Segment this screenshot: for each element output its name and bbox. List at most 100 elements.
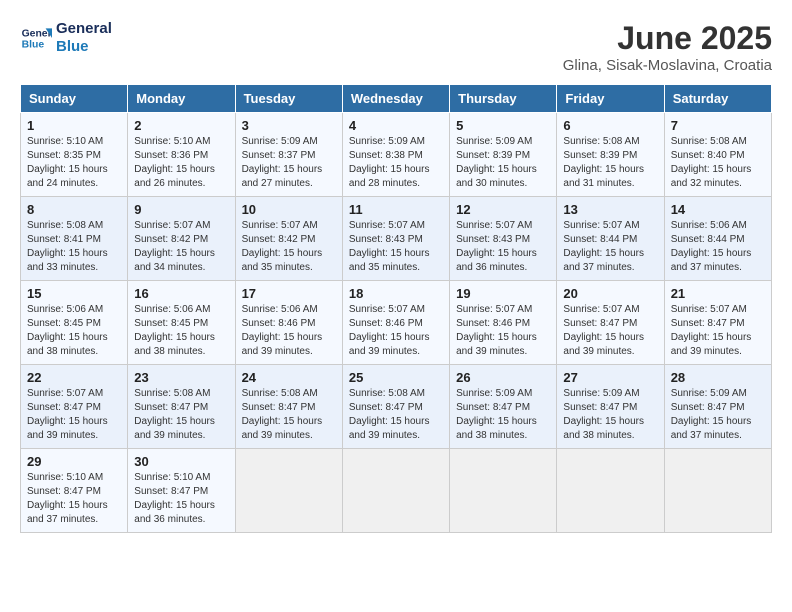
day-number: 28 [671, 370, 765, 385]
calendar-cell: 11Sunrise: 5:07 AM Sunset: 8:43 PM Dayli… [342, 197, 449, 281]
day-number: 22 [27, 370, 121, 385]
day-info: Sunrise: 5:07 AM Sunset: 8:46 PM Dayligh… [456, 303, 550, 359]
calendar-cell: 9 Sunrise: 5:07 AM Sunset: 8:42 PM Daylig… [128, 197, 235, 281]
day-info: Sunrise: 5:09 AM Sunset: 8:39 PM Dayligh… [456, 135, 550, 191]
day-info: Sunrise: 5:08 AM Sunset: 8:41 PM Dayligh… [27, 219, 121, 275]
day-number: 2 [134, 118, 228, 133]
calendar-cell: 21 Sunrise: 5:07 AM Sunset: 8:47 PM Dayli… [664, 281, 771, 365]
calendar-cell: 17 Sunrise: 5:06 AM Sunset: 8:46 PM Dayli… [235, 281, 342, 365]
calendar-cell: 23Sunrise: 5:08 AM Sunset: 8:47 PM Dayli… [128, 365, 235, 449]
day-info: Sunrise: 5:07 AM Sunset: 8:42 PM Dayligh… [134, 219, 228, 275]
day-info: Sunrise: 5:08 AM Sunset: 8:47 PM Dayligh… [349, 387, 443, 443]
day-number: 1 [27, 118, 121, 133]
calendar-cell: 8 Sunrise: 5:08 AM Sunset: 8:41 PM Daylig… [21, 197, 128, 281]
calendar-cell: 28 Sunrise: 5:09 AM Sunset: 8:47 PM Dayli… [664, 365, 771, 449]
day-info: Sunrise: 5:06 AM Sunset: 8:45 PM Dayligh… [27, 303, 121, 359]
day-number: 19 [456, 286, 550, 301]
calendar-cell [235, 449, 342, 533]
day-number: 8 [27, 202, 121, 217]
day-number: 21 [671, 286, 765, 301]
day-info: Sunrise: 5:08 AM Sunset: 8:47 PM Dayligh… [134, 387, 228, 443]
day-info: Sunrise: 5:09 AM Sunset: 8:47 PM Dayligh… [671, 387, 765, 443]
day-header-wednesday: Wednesday [342, 85, 449, 113]
day-info: Sunrise: 5:07 AM Sunset: 8:42 PM Dayligh… [242, 219, 336, 275]
week-row-4: 29 Sunrise: 5:10 AM Sunset: 8:47 PM Dayli… [21, 449, 772, 533]
calendar-cell: 13Sunrise: 5:07 AM Sunset: 8:44 PM Dayli… [557, 197, 664, 281]
logo: General Blue General Blue [20, 20, 112, 56]
calendar-cell: 26 Sunrise: 5:09 AM Sunset: 8:47 PM Dayli… [450, 365, 557, 449]
logo-blue: Blue [56, 38, 112, 56]
day-info: Sunrise: 5:10 AM Sunset: 8:47 PM Dayligh… [27, 471, 121, 527]
day-number: 13 [563, 202, 657, 217]
day-number: 16 [134, 286, 228, 301]
day-number: 30 [134, 454, 228, 469]
day-info: Sunrise: 5:09 AM Sunset: 8:47 PM Dayligh… [456, 387, 550, 443]
day-info: Sunrise: 5:08 AM Sunset: 8:47 PM Dayligh… [242, 387, 336, 443]
calendar-cell: 1 Sunrise: 5:10 AM Sunset: 8:35 PM Daylig… [21, 113, 128, 197]
day-header-friday: Friday [557, 85, 664, 113]
calendar-cell: 16 Sunrise: 5:06 AM Sunset: 8:45 PM Dayli… [128, 281, 235, 365]
day-number: 4 [349, 118, 443, 133]
week-row-0: 1 Sunrise: 5:10 AM Sunset: 8:35 PM Daylig… [21, 113, 772, 197]
day-number: 27 [563, 370, 657, 385]
day-info: Sunrise: 5:07 AM Sunset: 8:43 PM Dayligh… [456, 219, 550, 275]
logo-general: General [56, 20, 112, 38]
day-number: 6 [563, 118, 657, 133]
calendar-cell: 29 Sunrise: 5:10 AM Sunset: 8:47 PM Dayli… [21, 449, 128, 533]
day-info: Sunrise: 5:09 AM Sunset: 8:47 PM Dayligh… [563, 387, 657, 443]
day-info: Sunrise: 5:09 AM Sunset: 8:38 PM Dayligh… [349, 135, 443, 191]
day-info: Sunrise: 5:09 AM Sunset: 8:37 PM Dayligh… [242, 135, 336, 191]
calendar-cell: 22 Sunrise: 5:07 AM Sunset: 8:47 PM Dayli… [21, 365, 128, 449]
day-info: Sunrise: 5:07 AM Sunset: 8:47 PM Dayligh… [671, 303, 765, 359]
location: Glina, Sisak-Moslavina, Croatia [563, 57, 772, 74]
calendar-cell: 2 Sunrise: 5:10 AM Sunset: 8:36 PM Daylig… [128, 113, 235, 197]
day-number: 5 [456, 118, 550, 133]
day-number: 15 [27, 286, 121, 301]
day-number: 10 [242, 202, 336, 217]
title-block: June 2025 Glina, Sisak-Moslavina, Croati… [563, 20, 772, 74]
calendar-cell: 7 Sunrise: 5:08 AM Sunset: 8:40 PM Daylig… [664, 113, 771, 197]
calendar-cell: 25 Sunrise: 5:08 AM Sunset: 8:47 PM Dayli… [342, 365, 449, 449]
calendar-cell: 30 Sunrise: 5:10 AM Sunset: 8:47 PM Dayli… [128, 449, 235, 533]
calendar-cell: 14 Sunrise: 5:06 AM Sunset: 8:44 PM Dayli… [664, 197, 771, 281]
calendar-cell [450, 449, 557, 533]
day-info: Sunrise: 5:07 AM Sunset: 8:47 PM Dayligh… [27, 387, 121, 443]
calendar-cell: 12Sunrise: 5:07 AM Sunset: 8:43 PM Dayli… [450, 197, 557, 281]
calendar-cell [557, 449, 664, 533]
day-info: Sunrise: 5:07 AM Sunset: 8:46 PM Dayligh… [349, 303, 443, 359]
day-number: 20 [563, 286, 657, 301]
day-info: Sunrise: 5:10 AM Sunset: 8:35 PM Dayligh… [27, 135, 121, 191]
calendar-cell: 19 Sunrise: 5:07 AM Sunset: 8:46 PM Dayli… [450, 281, 557, 365]
day-info: Sunrise: 5:08 AM Sunset: 8:40 PM Dayligh… [671, 135, 765, 191]
day-number: 9 [134, 202, 228, 217]
calendar-cell: 15 Sunrise: 5:06 AM Sunset: 8:45 PM Dayli… [21, 281, 128, 365]
day-number: 7 [671, 118, 765, 133]
calendar-cell: 24Sunrise: 5:08 AM Sunset: 8:47 PM Dayli… [235, 365, 342, 449]
calendar-cell: 10 Sunrise: 5:07 AM Sunset: 8:42 PM Dayli… [235, 197, 342, 281]
day-info: Sunrise: 5:10 AM Sunset: 8:47 PM Dayligh… [134, 471, 228, 527]
day-number: 26 [456, 370, 550, 385]
calendar-table: SundayMondayTuesdayWednesdayThursdayFrid… [20, 84, 772, 533]
day-info: Sunrise: 5:07 AM Sunset: 8:43 PM Dayligh… [349, 219, 443, 275]
svg-text:Blue: Blue [22, 40, 45, 51]
day-header-tuesday: Tuesday [235, 85, 342, 113]
day-info: Sunrise: 5:06 AM Sunset: 8:46 PM Dayligh… [242, 303, 336, 359]
day-header-monday: Monday [128, 85, 235, 113]
day-number: 25 [349, 370, 443, 385]
day-info: Sunrise: 5:08 AM Sunset: 8:39 PM Dayligh… [563, 135, 657, 191]
day-number: 14 [671, 202, 765, 217]
day-number: 17 [242, 286, 336, 301]
day-info: Sunrise: 5:06 AM Sunset: 8:45 PM Dayligh… [134, 303, 228, 359]
calendar-cell: 18Sunrise: 5:07 AM Sunset: 8:46 PM Dayli… [342, 281, 449, 365]
week-row-3: 22 Sunrise: 5:07 AM Sunset: 8:47 PM Dayli… [21, 365, 772, 449]
calendar-cell [342, 449, 449, 533]
day-info: Sunrise: 5:10 AM Sunset: 8:36 PM Dayligh… [134, 135, 228, 191]
day-number: 29 [27, 454, 121, 469]
calendar-cell: 20Sunrise: 5:07 AM Sunset: 8:47 PM Dayli… [557, 281, 664, 365]
day-header-thursday: Thursday [450, 85, 557, 113]
day-number: 3 [242, 118, 336, 133]
page-header: General Blue General Blue June 2025 Glin… [20, 20, 772, 74]
day-header-saturday: Saturday [664, 85, 771, 113]
calendar-cell: 3 Sunrise: 5:09 AM Sunset: 8:37 PM Daylig… [235, 113, 342, 197]
day-info: Sunrise: 5:06 AM Sunset: 8:44 PM Dayligh… [671, 219, 765, 275]
